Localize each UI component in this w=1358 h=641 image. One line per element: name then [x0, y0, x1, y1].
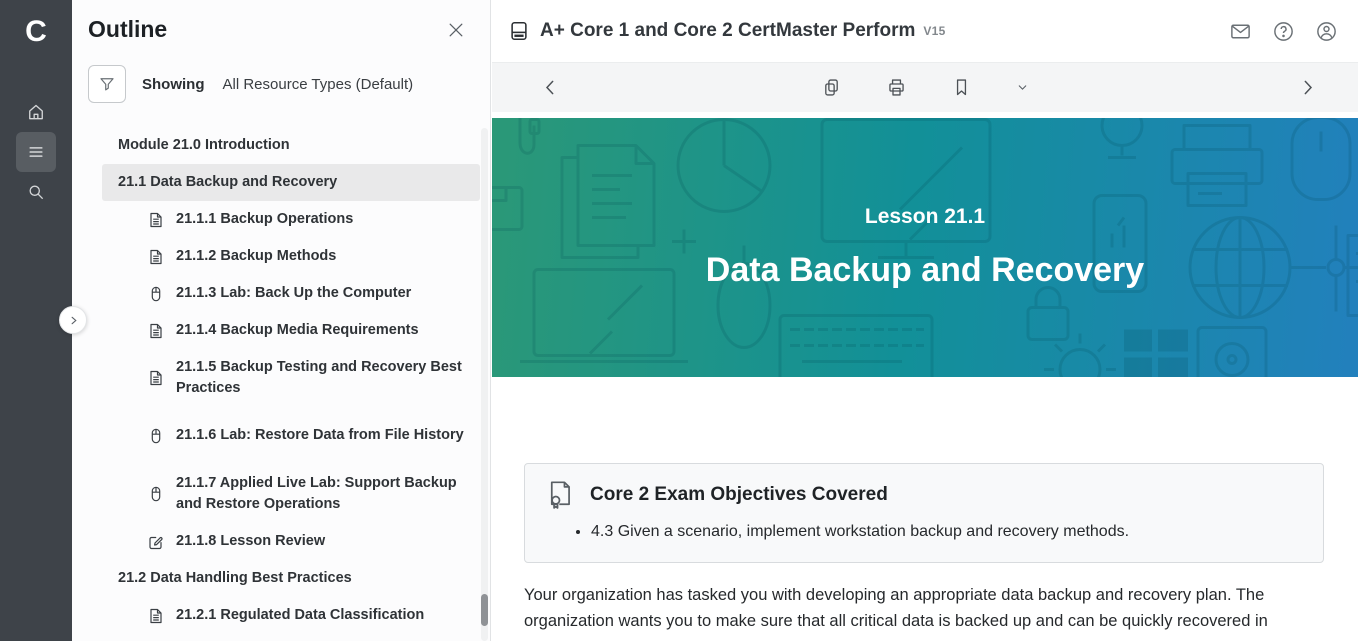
- filter-value[interactable]: All Resource Types (Default): [223, 76, 414, 93]
- home-icon[interactable]: [16, 92, 56, 132]
- copy-icon[interactable]: [821, 77, 842, 98]
- outline-item-label: 21.1.3 Lab: Back Up the Computer: [176, 283, 411, 304]
- outline-title: Outline: [88, 16, 167, 43]
- next-page-icon[interactable]: [1297, 77, 1318, 98]
- outline-hamburger-icon[interactable]: [16, 132, 56, 172]
- bookmark-icon[interactable]: [951, 77, 972, 98]
- objectives-list: 4.3 Given a scenario, implement workstat…: [547, 520, 1299, 544]
- comptia-logo[interactable]: C: [25, 10, 47, 54]
- mouse-icon: [148, 486, 164, 502]
- outline-item-label: 21.1.2 Backup Methods: [176, 246, 336, 267]
- outline-item[interactable]: 21.1.2 Backup Methods: [72, 238, 490, 275]
- outline-item[interactable]: 21.1.7 Applied Live Lab: Support Backup …: [72, 465, 490, 523]
- outline-item[interactable]: 21.1.3 Lab: Back Up the Computer: [72, 275, 490, 312]
- edit-icon: [148, 534, 164, 550]
- outline-item-label: 21.1.4 Backup Media Requirements: [176, 320, 419, 341]
- profile-icon[interactable]: [1315, 20, 1338, 43]
- outline-item[interactable]: 21.1.1 Backup Operations: [72, 201, 490, 238]
- tech-icons-pattern: [492, 118, 1358, 377]
- mail-icon[interactable]: [1229, 20, 1252, 43]
- lesson-number: Lesson 21.1: [865, 205, 985, 229]
- previous-page-icon[interactable]: [540, 77, 561, 98]
- main-area: A+ Core 1 and Core 2 CertMaster Perform …: [492, 0, 1358, 641]
- print-icon[interactable]: [886, 77, 907, 98]
- outline-item-label: 21.1.6 Lab: Restore Data from File Histo…: [176, 425, 464, 446]
- outline-item-label: 21.1.1 Backup Operations: [176, 209, 353, 230]
- search-icon[interactable]: [16, 172, 56, 212]
- mouse-icon: [148, 286, 164, 302]
- document-icon: [148, 608, 164, 624]
- document-icon: [148, 370, 164, 386]
- outline-item[interactable]: 21.2 Data Handling Best Practices: [72, 560, 490, 597]
- outline-item[interactable]: 21.1.8 Lesson Review: [72, 523, 490, 560]
- filter-icon[interactable]: [88, 65, 126, 103]
- course-title: A+ Core 1 and Core 2 CertMaster Perform: [540, 20, 915, 42]
- certificate-icon: [547, 480, 575, 510]
- outline-scrollbar-thumb[interactable]: [481, 594, 488, 626]
- objectives-heading: Core 2 Exam Objectives Covered: [590, 484, 888, 506]
- outline-item[interactable]: 21.1.5 Backup Testing and Recovery Best …: [72, 349, 490, 407]
- outline-panel: Outline Showing All Resource Types (Defa…: [72, 0, 491, 641]
- outline-item[interactable]: 21.2.1 Regulated Data Classification: [72, 597, 490, 634]
- lesson-paragraph: Your organization has tasked you with de…: [524, 582, 1296, 641]
- outline-item-label: 21.1.5 Backup Testing and Recovery Best …: [176, 357, 466, 399]
- outline-item[interactable]: 21.1.6 Lab: Restore Data from File Histo…: [72, 407, 490, 465]
- objective-item: 4.3 Given a scenario, implement workstat…: [591, 520, 1299, 544]
- close-icon[interactable]: [446, 20, 466, 40]
- collapse-outline-button[interactable]: [59, 306, 87, 334]
- document-icon: [148, 323, 164, 339]
- course-version-badge: V15: [923, 24, 945, 38]
- exam-objectives-box: Core 2 Exam Objectives Covered 4.3 Given…: [524, 463, 1324, 563]
- outline-item-label: 21.2.1 Regulated Data Classification: [176, 605, 424, 626]
- document-icon: [148, 249, 164, 265]
- outline-item[interactable]: 21.1.4 Backup Media Requirements: [72, 312, 490, 349]
- outline-item-label: 21.1.8 Lesson Review: [176, 531, 325, 552]
- bookmark-chevron-down-icon[interactable]: [1016, 81, 1029, 94]
- help-icon[interactable]: [1272, 20, 1295, 43]
- lesson-content: Core 2 Exam Objectives Covered 4.3 Given…: [492, 377, 1358, 641]
- outline-list: Module 21.0 Introduction 21.1 Data Backup…: [72, 127, 490, 634]
- document-icon: [148, 212, 164, 228]
- filter-row: Showing All Resource Types (Default): [88, 65, 490, 103]
- outline-item-label: 21.1 Data Backup and Recovery: [118, 172, 337, 193]
- showing-label: Showing: [142, 76, 205, 93]
- lesson-title: Data Backup and Recovery: [706, 251, 1144, 290]
- outline-item[interactable]: Module 21.0 Introduction: [72, 127, 490, 164]
- outline-item-label: 21.2 Data Handling Best Practices: [118, 568, 352, 589]
- course-reader-icon: [508, 20, 530, 42]
- outline-item-label: Module 21.0 Introduction: [118, 135, 290, 156]
- app-window: C Outline Showing: [0, 0, 1358, 641]
- mouse-icon: [148, 428, 164, 444]
- outline-item-label: 21.1.7 Applied Live Lab: Support Backup …: [176, 473, 466, 515]
- course-header: A+ Core 1 and Core 2 CertMaster Perform …: [492, 0, 1358, 62]
- lesson-toolbar: [492, 62, 1358, 112]
- rail-nav: [16, 92, 56, 212]
- outline-scrollbar: [481, 128, 488, 641]
- outline-item[interactable]: 21.1 Data Backup and Recovery: [102, 164, 480, 201]
- lesson-banner: Lesson 21.1 Data Backup and Recovery: [492, 118, 1358, 377]
